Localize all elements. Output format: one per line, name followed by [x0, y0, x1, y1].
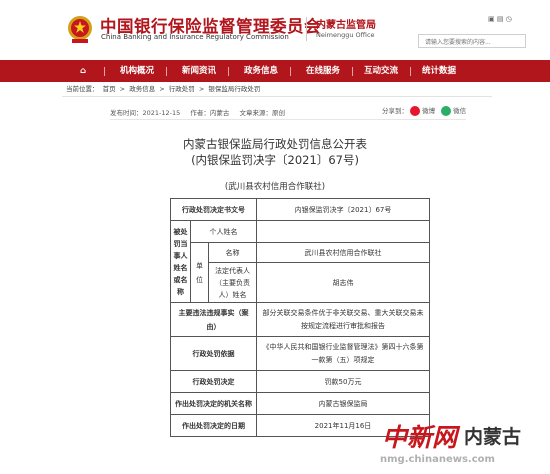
party-label: 被处罚当事人姓名或名称 — [170, 220, 191, 303]
watermark-logo: 中新网 — [382, 423, 458, 452]
watermark-url: nmg.chinanews.com — [380, 454, 495, 465]
nav-home-icon[interactable]: ⌂ — [80, 60, 86, 82]
decision-label: 行政处罚决定 — [170, 370, 257, 393]
unit-label: 单位 — [190, 242, 209, 303]
watermark-city: 内蒙古 — [464, 426, 522, 448]
breadcrumb-gov-info[interactable]: 政务信息 — [129, 85, 155, 93]
breadcrumb: 当前位置： 首页 > 政务信息 > 行政处罚 > 银保监局行政处罚 — [66, 83, 262, 93]
share-weibo[interactable]: 微博 — [422, 107, 435, 115]
violation-label: 主要违法违规事实（案由） — [170, 302, 257, 337]
legal-rep-label: 法定代表人（主要负责人）姓名 — [208, 262, 257, 303]
site-title-english: China Banking and Insurance Regulatory C… — [101, 33, 289, 41]
header-divider — [306, 17, 307, 41]
article-source: 文章来源：原创 — [239, 109, 285, 117]
share-bar: 分享到： 微博 微信 — [382, 105, 466, 116]
breadcrumb-home[interactable]: 首页 — [103, 85, 116, 93]
meta-divider — [110, 119, 466, 120]
decision-no-label: 行政处罚决定书文号 — [170, 198, 257, 221]
basis-value: 《中华人民共和国银行业监督管理法》第四十六条第一款第（五）项规定 — [256, 336, 430, 371]
nav-item-about[interactable]: 机构概况 — [120, 60, 154, 82]
breadcrumb-divider — [62, 96, 492, 97]
table-row: 主要违法违规事实（案由） 部分关联交易条件优于非关联交易、重大关联交易未按规定流… — [170, 302, 430, 337]
top-links-icons[interactable]: ▣ ▤ ◷ — [488, 15, 512, 23]
breadcrumb-separator: > — [119, 85, 126, 93]
breadcrumb-current[interactable]: 银保监局行政处罚 — [208, 85, 260, 93]
penalty-info-table: 行政处罚决定书文号 内银保监罚决字〔2021〕67号 被处罚当事人姓名或名称 个… — [170, 198, 430, 437]
publish-date: 发布时间：2021-12-15 — [110, 109, 181, 117]
table-row: 法定代表人（主要负责人）姓名 胡志伟 — [171, 262, 430, 303]
table-row: 行政处罚依据 《中华人民共和国银行业监督管理法》第四十六条第一款第（五）项规定 — [170, 336, 430, 371]
legal-rep-value: 胡志伟 — [256, 262, 430, 303]
decision-value: 罚款50万元 — [256, 370, 430, 393]
branch-title: 内蒙古监管局 — [316, 20, 376, 31]
person-value — [256, 220, 430, 243]
nav-separator — [290, 67, 291, 76]
document-title: 内蒙古银保监局行政处罚信息公开表 — [183, 137, 367, 151]
article-meta: 发布时间：2021-12-15 作者：内蒙古 文章来源：原创 — [110, 107, 293, 117]
violation-value: 部分关联交易条件优于非关联交易、重大关联交易未按规定流程进行审批和报告 — [256, 302, 430, 337]
nav-item-interaction[interactable]: 互动交流 — [364, 60, 398, 82]
person-label: 个人姓名 — [190, 220, 257, 243]
weibo-icon[interactable] — [410, 106, 421, 116]
authority-value: 内蒙古银保监局 — [256, 392, 430, 415]
main-nav: ⌂ 机构概况 新闻资讯 政务信息 在线服务 互动交流 统计数据 — [0, 60, 550, 82]
national-emblem-icon — [68, 16, 92, 43]
branch-title-english: Neimenggu Office — [316, 31, 375, 39]
breadcrumb-separator: > — [198, 85, 205, 93]
wechat-icon[interactable] — [441, 106, 452, 116]
table-row: 作出处罚决定的机关名称 内蒙古银保监局 — [170, 392, 430, 415]
unit-name-value: 武川县农村信用合作联社 — [256, 242, 430, 263]
nav-item-gov-info[interactable]: 政务信息 — [244, 60, 278, 82]
decision-no-value: 内银保监罚决字〔2021〕67号 — [256, 198, 430, 221]
table-row: 被处罚当事人姓名或名称 个人姓名 — [170, 220, 430, 303]
search-input[interactable]: 请输入您要搜索的内容... ⌕ — [418, 34, 526, 48]
table-row: 单位 名称 武川县农村信用合作联社 — [171, 242, 430, 303]
breadcrumb-penalty[interactable]: 行政处罚 — [169, 85, 195, 93]
nav-separator — [410, 67, 411, 76]
table-row: 行政处罚决定 罚款50万元 — [170, 370, 430, 393]
share-label: 分享到： — [382, 107, 408, 115]
nav-separator — [228, 67, 229, 76]
nav-separator — [104, 67, 105, 76]
breadcrumb-separator: > — [159, 85, 165, 93]
table-row: 行政处罚决定书文号 内银保监罚决字〔2021〕67号 — [170, 198, 430, 221]
site-header: 中国银行保险监督管理委员会 China Banking and Insuranc… — [0, 0, 550, 60]
document-organization: (武川县农村信用合作联社) — [224, 182, 326, 192]
basis-label: 行政处罚依据 — [170, 336, 257, 371]
nav-item-news[interactable]: 新闻资讯 — [182, 60, 216, 82]
nav-separator — [352, 67, 353, 76]
chinanews-watermark: 中新网 内蒙古 nmg.chinanews.com — [376, 418, 550, 474]
article-author: 作者：内蒙古 — [190, 109, 230, 117]
breadcrumb-label: 当前位置： — [66, 85, 99, 93]
search-placeholder: 请输入您要搜索的内容... — [425, 39, 491, 46]
unit-name-label: 名称 — [208, 242, 257, 263]
nav-item-statistics[interactable]: 统计数据 — [422, 60, 456, 82]
authority-label: 作出处罚决定的机关名称 — [170, 392, 257, 415]
document-number: (内银保监罚决字〔2021〕67号) — [191, 153, 359, 167]
date-label: 作出处罚决定的日期 — [170, 414, 257, 437]
nav-separator — [166, 67, 167, 76]
share-wechat[interactable]: 微信 — [453, 107, 466, 115]
nav-item-online-service[interactable]: 在线服务 — [306, 60, 340, 82]
